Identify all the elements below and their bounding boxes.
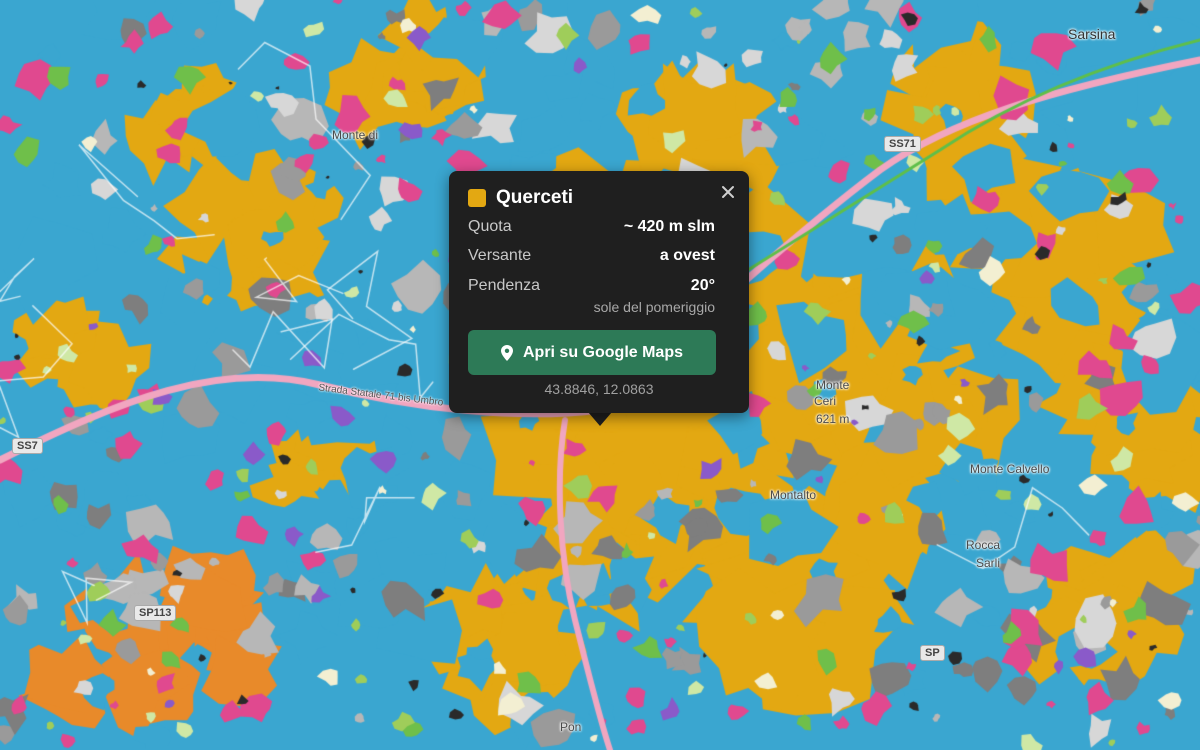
road-shield-ss7: SS7 <box>12 438 43 454</box>
close-button[interactable] <box>719 183 737 201</box>
info-value: 20° <box>690 277 715 294</box>
popup-header: Querceti <box>468 187 573 209</box>
info-row-versante: Versante a ovest <box>468 247 715 265</box>
legend-swatch <box>468 189 486 207</box>
map-pin-icon <box>500 344 513 361</box>
close-icon <box>722 186 734 198</box>
road-shield-sp113: SP113 <box>134 605 177 621</box>
open-google-maps-button[interactable]: Apri su Google Maps <box>468 330 716 375</box>
elevation-label-621: 621 m <box>816 412 850 426</box>
place-label-sarli: Sarli <box>976 556 1001 570</box>
info-value: a ovest <box>659 247 715 264</box>
info-key: Quota <box>468 218 512 235</box>
open-google-maps-label: Apri su Google Maps <box>522 343 683 361</box>
info-key: Versante <box>468 247 532 264</box>
info-key: Pendenza <box>468 277 541 294</box>
place-label-sarsina: Sarsina <box>1068 26 1116 42</box>
road-shield-sp: SP <box>920 645 945 661</box>
popup-pointer <box>588 412 612 426</box>
popup-title: Querceti <box>496 187 574 208</box>
info-popup: Querceti Quota ~ 420 m slm Versante a ov… <box>449 171 749 413</box>
place-label-monte: Monte <box>816 378 850 392</box>
info-row-quota: Quota ~ 420 m slm <box>468 218 715 236</box>
coordinates-text: 43.8846, 12.0863 <box>544 381 654 397</box>
info-row-pendenza: Pendenza 20° <box>468 277 715 295</box>
place-label-cerro: Ceri <box>814 394 837 408</box>
place-label-monte-di: Monte di <box>332 128 379 142</box>
place-label-monte-calvello: Monte Calvello <box>970 462 1050 476</box>
info-value: ~ 420 m slm <box>623 218 715 235</box>
road-shield-ss71: SS71 <box>884 136 921 152</box>
place-label-montalto: Montalto <box>770 488 817 502</box>
sun-exposure-note: sole del pomeriggio <box>593 299 715 315</box>
place-label-pon: Pon <box>560 720 582 734</box>
place-label-rocca: Rocca <box>966 538 1001 552</box>
